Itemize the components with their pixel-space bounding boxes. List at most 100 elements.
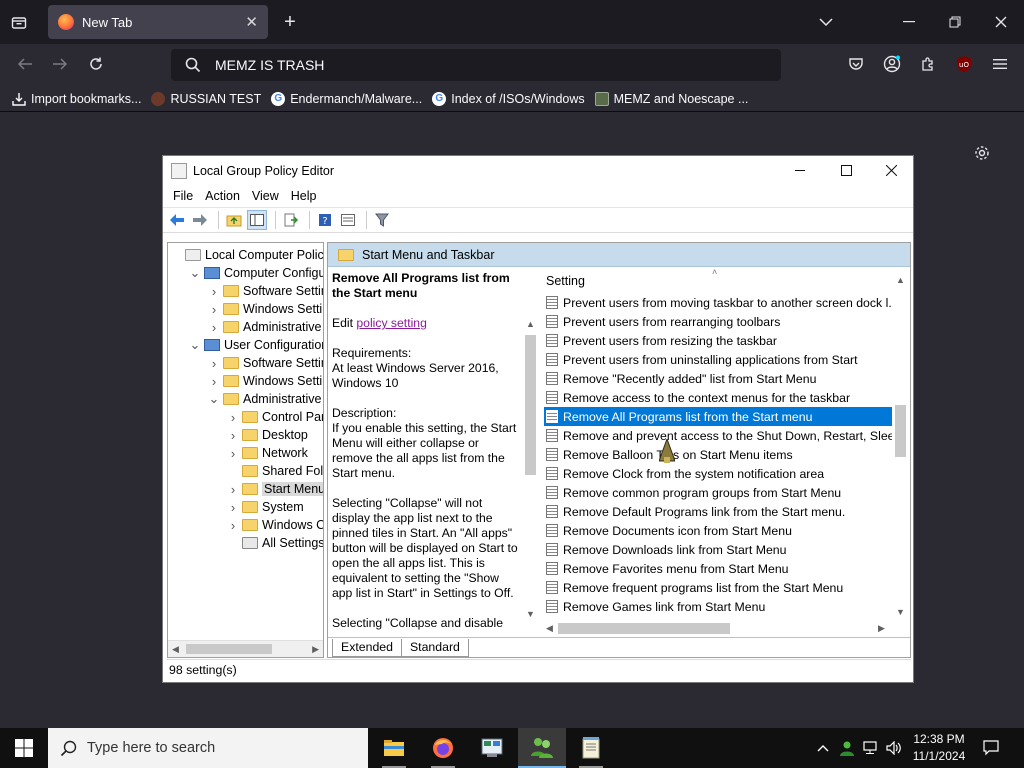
system-clock[interactable]: 12:38 PM 11/1/2024 — [906, 731, 972, 765]
maximize-button[interactable] — [823, 156, 869, 185]
setting-row[interactable]: Remove Games link from Start Menu — [544, 597, 892, 616]
account-icon[interactable] — [881, 53, 903, 75]
bookmark-endermanch[interactable]: G Endermanch/Malware... — [271, 91, 422, 106]
minimize-icon[interactable] — [898, 11, 920, 33]
firefox-taskbar-button[interactable] — [419, 728, 467, 768]
expand-chevron-icon[interactable]: › — [227, 410, 239, 425]
close-button[interactable] — [868, 156, 914, 185]
tree-item[interactable]: › Network — [227, 444, 308, 462]
expand-chevron-icon[interactable]: › — [208, 356, 220, 371]
file-explorer-button[interactable] — [370, 728, 418, 768]
scrollbar-thumb[interactable] — [895, 405, 906, 457]
column-header-setting[interactable]: Setting ˄ — [544, 267, 894, 291]
network-icon[interactable] — [860, 728, 882, 768]
scrollbar-thumb[interactable] — [186, 644, 272, 654]
forward-arrow-icon[interactable] — [49, 53, 71, 75]
setting-row[interactable]: Remove Default Programs link from the St… — [544, 502, 892, 521]
tree-item[interactable]: ⌄ Computer Configura — [189, 264, 323, 282]
bookmark-memz[interactable]: MEMZ and Noescape ... — [594, 91, 748, 106]
start-button[interactable] — [0, 728, 48, 768]
tree-item[interactable]: › Windows Setting — [208, 300, 323, 318]
hamburger-menu-icon[interactable] — [989, 53, 1011, 75]
list-tabs-chevron-icon[interactable] — [815, 11, 837, 33]
tree-item[interactable]: › Software Settings — [208, 282, 323, 300]
control-panel-button[interactable] — [468, 728, 516, 768]
menu-action[interactable]: Action — [199, 189, 246, 203]
expand-chevron-icon[interactable]: › — [227, 500, 239, 515]
expand-chevron-icon[interactable]: › — [208, 284, 220, 299]
scrollbar-thumb[interactable] — [525, 335, 536, 475]
collapse-chevron-icon[interactable]: ⌄ — [189, 265, 201, 281]
expand-chevron-icon[interactable]: › — [227, 518, 239, 533]
menu-view[interactable]: View — [246, 189, 285, 203]
reload-icon[interactable] — [85, 53, 107, 75]
setting-row[interactable]: Prevent users from uninstalling applicat… — [544, 350, 892, 369]
export-list-icon[interactable] — [281, 210, 301, 230]
tree-item[interactable]: All Settings — [227, 534, 323, 552]
policy-setting-link[interactable]: policy setting — [356, 316, 426, 330]
menu-file[interactable]: File — [167, 189, 199, 203]
back-icon[interactable] — [167, 210, 187, 230]
notification-icon[interactable] — [978, 728, 1004, 768]
setting-row[interactable]: Remove Downloads link from Start Menu — [544, 540, 892, 559]
menu-help[interactable]: Help — [285, 189, 323, 203]
navigation-tree[interactable]: Local Computer Policy ⌄ Computer Configura… — [167, 242, 324, 658]
tree-item[interactable]: › System — [227, 498, 304, 516]
gpedit-taskbar-button[interactable] — [518, 728, 566, 768]
setting-row[interactable]: Remove Balloon Tips on Start Menu items — [544, 445, 892, 464]
tree-item[interactable]: Shared Folder — [227, 462, 323, 480]
show-hidden-icons-chevron[interactable] — [812, 728, 834, 768]
bookmark-import[interactable]: Import bookmarks... — [12, 92, 141, 106]
tree-item[interactable]: › Windows Setting — [208, 372, 323, 390]
setting-row[interactable]: Prevent users from rearranging toolbars — [544, 312, 892, 331]
volume-icon[interactable] — [883, 728, 905, 768]
setting-row[interactable]: Remove Clock from the system notificatio… — [544, 464, 892, 483]
tree-item[interactable]: › Control Panel — [227, 408, 323, 426]
tree-item[interactable]: › Start Menu ar — [227, 480, 323, 498]
description-scrollbar[interactable]: ▲ ▼ — [522, 271, 539, 627]
setting-row[interactable]: Prevent users from resizing the taskbar — [544, 331, 892, 350]
setting-row[interactable]: Remove Documents icon from Start Menu — [544, 521, 892, 540]
scroll-down-icon[interactable]: ▼ — [526, 609, 535, 619]
address-bar[interactable]: MEMZ IS TRASH — [171, 49, 781, 81]
expand-chevron-icon[interactable]: › — [227, 428, 239, 443]
firefox-view-icon[interactable] — [8, 12, 30, 34]
minimize-button[interactable] — [777, 156, 823, 185]
setting-row[interactable]: Remove common program groups from Start … — [544, 483, 892, 502]
collapse-chevron-icon[interactable]: ⌄ — [189, 337, 201, 353]
back-arrow-icon[interactable] — [14, 53, 36, 75]
scroll-right-icon[interactable]: ▶ — [312, 644, 319, 655]
list-horizontal-scrollbar[interactable]: ◀ ▶ — [544, 620, 892, 637]
user-tray-icon[interactable] — [836, 728, 858, 768]
gear-icon[interactable] — [973, 144, 991, 167]
scroll-up-icon[interactable]: ▲ — [526, 319, 535, 329]
expand-chevron-icon[interactable]: › — [227, 482, 239, 497]
expand-chevron-icon[interactable]: › — [208, 320, 220, 335]
new-tab-button[interactable]: + — [279, 11, 301, 33]
ublock-origin-icon[interactable]: uO — [953, 53, 975, 75]
tab-new-tab[interactable]: New Tab ✕ — [48, 5, 268, 39]
tree-item[interactable]: ⌄ Administrative Te — [208, 390, 323, 408]
tab-extended[interactable]: Extended — [332, 639, 402, 657]
setting-row[interactable]: Prevent users from moving taskbar to ano… — [544, 293, 892, 312]
bookmark-index-isos[interactable]: G Index of /ISOs/Windows — [432, 91, 585, 106]
tab-standard[interactable]: Standard — [400, 639, 469, 657]
setting-row[interactable]: Remove Favorites menu from Start Menu — [544, 559, 892, 578]
tree-item[interactable]: ⌄ User Configuration — [189, 336, 323, 354]
setting-row[interactable]: Remove "Recently added" list from Start … — [544, 369, 892, 388]
scroll-up-icon[interactable]: ▲ — [896, 275, 905, 285]
setting-row[interactable]: Remove All Programs list from the Start … — [544, 407, 892, 426]
properties-icon[interactable] — [338, 210, 358, 230]
scrollbar-thumb[interactable] — [558, 623, 730, 634]
scroll-left-icon[interactable]: ◀ — [546, 623, 553, 634]
bookmark-russian-test[interactable]: RUSSIAN TEST — [151, 91, 261, 106]
tree-item[interactable]: › Administrative Te — [208, 318, 323, 336]
setting-row[interactable]: Remove and prevent access to the Shut Do… — [544, 426, 892, 445]
forward-icon[interactable] — [190, 210, 210, 230]
expand-chevron-icon[interactable]: › — [208, 302, 220, 317]
pocket-icon[interactable] — [845, 53, 867, 75]
restore-icon[interactable] — [944, 11, 966, 33]
help-icon[interactable]: ? — [315, 210, 335, 230]
tree-item[interactable]: › Windows Cor — [227, 516, 323, 534]
taskbar-search-box[interactable]: Type here to search — [48, 728, 368, 768]
